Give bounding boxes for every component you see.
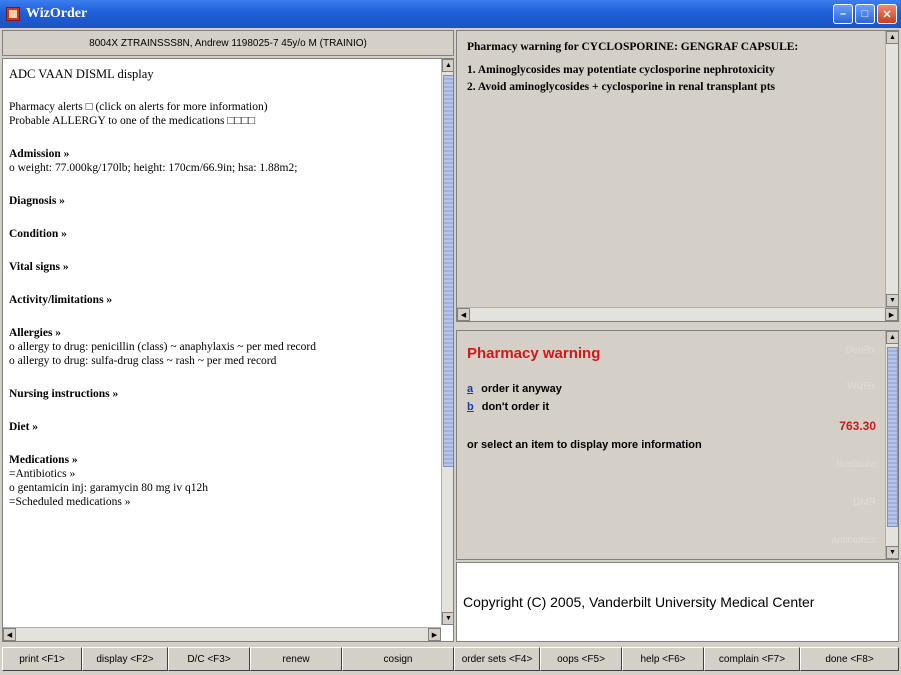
copyright-notice: Copyright (C) 2005, Vanderbilt Universit… [456,562,899,642]
scroll-left-icon[interactable]: ◀ [3,628,16,641]
display-line: =Antibiotics » [9,468,76,480]
display-line: o allergy to drug: penicillin (class) ~ … [9,341,316,353]
function-key-bar: print <F1> display <F2> D/C <F3> renew c… [2,647,899,671]
scroll-thumb[interactable] [443,75,453,467]
pharmacy-action-pane: Pharmacy warning a order it anyway b don't… [456,330,899,560]
option-key[interactable]: b [467,401,474,413]
display-line[interactable]: Activity/limitations » [9,293,435,307]
oops-button[interactable]: oops <F5> [540,647,622,671]
minimize-icon[interactable]: – [833,4,853,24]
side-link-denrx[interactable]: DenRx [845,345,876,356]
window-controls: – □ ✕ [833,4,897,24]
orders-display-pane: ADC VAAN DISML display Pharmacy alerts □ … [2,58,454,642]
display-line[interactable]: Diet » [9,420,435,434]
side-link-wizrx[interactable]: WizRx [847,381,876,392]
left-horizontal-scrollbar[interactable]: ◀ ▶ [3,627,441,641]
app-icon [6,7,20,21]
display-line[interactable]: Allergies » [9,326,435,340]
help-button[interactable]: help <F6> [622,647,704,671]
option-order-anyway[interactable]: a order it anyway [467,383,562,395]
done-button[interactable]: done <F8> [800,647,899,671]
display-line[interactable]: Medications » [9,453,435,467]
left-vertical-scrollbar[interactable]: ▲ ▼ [441,59,453,625]
scroll-thumb[interactable] [887,347,898,527]
display-line[interactable]: Nursing instructions » [9,387,435,401]
scroll-right-icon[interactable]: ▶ [885,308,898,321]
display-line: o gentamicin inj: garamycin 80 mg iv q12… [9,482,208,494]
scroll-right-icon[interactable]: ▶ [428,628,441,641]
maximize-icon[interactable]: □ [855,4,875,24]
scroll-left-icon[interactable]: ◀ [457,308,470,321]
action-hint: or select an item to display more inform… [467,439,702,451]
patient-header: 8004X ZTRAINSSS8N, Andrew 1198025-7 45y/… [2,30,454,56]
warning-heading: Pharmacy warning for CYCLOSPORINE: GENGR… [467,41,799,53]
option-dont-order[interactable]: b don't order it [467,401,549,413]
pharmacy-warning-detail-pane: Pharmacy warning for CYCLOSPORINE: GENGR… [456,30,899,322]
order-sets-button[interactable]: order sets <F4> [454,647,540,671]
display-line: o allergy to drug: sulfa-drug class ~ ra… [9,355,277,367]
warning-line: 1. Aminoglycosides may potentiate cyclos… [467,64,775,76]
display-line: Probable ALLERGY to one of the medicatio… [9,115,256,127]
option-label[interactable]: don't order it [482,401,549,413]
window-title: WizOrder [26,6,88,21]
close-icon[interactable]: ✕ [877,4,897,24]
dc-button[interactable]: D/C <F3> [168,647,250,671]
option-label[interactable]: order it anyway [481,383,562,395]
title-bar: WizOrder – □ ✕ [0,0,901,28]
display-line: o weight: 77.000kg/170lb; height: 170cm/… [9,162,298,174]
warning-vertical-scrollbar[interactable]: ▲ ▼ [885,31,898,307]
display-line[interactable]: Diagnosis » [9,194,435,208]
warning-horizontal-scrollbar[interactable]: ◀ ▶ [457,307,898,321]
action-title: Pharmacy warning [467,345,601,362]
scroll-down-icon[interactable]: ▼ [886,546,898,559]
cosign-button[interactable]: cosign [342,647,454,671]
price-value: 763.30 [839,419,876,433]
complain-button[interactable]: complain <F7> [704,647,800,671]
warning-line: 2. Avoid aminoglycosides + cyclosporine … [467,81,776,93]
side-link-literature[interactable]: literature [837,459,876,470]
display-line: Pharmacy alerts □ (click on alerts for m… [9,101,268,113]
display-line: ADC VAAN DISML display [9,67,154,81]
display-line[interactable]: Condition » [9,227,435,241]
print-button[interactable]: print <F1> [2,647,82,671]
option-key[interactable]: a [467,383,473,395]
side-link-antibiotics[interactable]: antibiotics [832,535,876,546]
display-line: =Scheduled medications » [9,496,131,508]
scroll-up-icon[interactable]: ▲ [886,31,898,44]
scroll-down-icon[interactable]: ▼ [886,294,898,307]
display-line[interactable]: Vital signs » [9,260,435,274]
scroll-up-icon[interactable]: ▲ [442,59,453,72]
orders-display-content[interactable]: ADC VAAN DISML display Pharmacy alerts □ … [3,59,441,625]
scroll-down-icon[interactable]: ▼ [442,612,453,625]
renew-button[interactable]: renew [250,647,342,671]
scroll-up-icon[interactable]: ▲ [886,331,898,344]
action-vertical-scrollbar[interactable]: ▲ ▼ [885,331,898,559]
display-line[interactable]: Admission » [9,147,435,161]
display-button[interactable]: display <F2> [82,647,168,671]
side-link-dmr[interactable]: DMR [853,497,876,508]
